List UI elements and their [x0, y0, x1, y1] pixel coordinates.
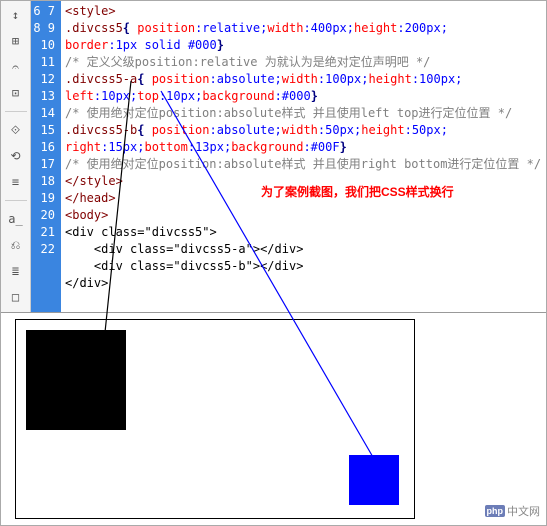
tool-icon[interactable]: ⊞ [6, 31, 26, 51]
demo-container [15, 319, 415, 519]
box-a [26, 330, 126, 430]
box-b [349, 455, 399, 505]
tool-gutter: ↕ ⊞ 𝄐 ⊡ ⟐ ⟲ ≡ a̲ ⎌ ≣ □ [1, 1, 31, 312]
tool-icon[interactable]: ≡ [6, 172, 26, 192]
watermark-text: 中文网 [507, 503, 540, 519]
tool-icon[interactable]: ≣ [6, 261, 26, 281]
tool-icon[interactable]: ⊡ [6, 83, 26, 103]
line-number-gutter: 6 7 8 9 10 11 12 13 14 15 16 17 18 19 20… [31, 1, 61, 312]
preview-pane [1, 313, 546, 525]
tool-icon[interactable]: 𝄐 [6, 57, 26, 77]
separator [5, 111, 27, 112]
tool-icon[interactable]: ⟲ [6, 146, 26, 166]
code-area[interactable]: <style> .divcss5{ position:relative;widt… [61, 1, 546, 312]
annotation-text: 为了案例截图，我们把CSS样式换行 [261, 183, 454, 200]
tool-icon[interactable]: ⎌ [6, 235, 26, 255]
editor-pane: ↕ ⊞ 𝄐 ⊡ ⟐ ⟲ ≡ a̲ ⎌ ≣ □ 6 7 8 9 10 11 12 … [1, 1, 546, 313]
tool-icon[interactable]: a̲ [6, 209, 26, 229]
tool-icon[interactable]: ⟐ [6, 120, 26, 140]
tool-icon[interactable]: ↕ [6, 5, 26, 25]
tool-icon[interactable]: □ [6, 287, 26, 307]
separator [5, 200, 27, 201]
watermark-badge: php [485, 505, 506, 517]
watermark: php 中文网 [485, 503, 541, 519]
